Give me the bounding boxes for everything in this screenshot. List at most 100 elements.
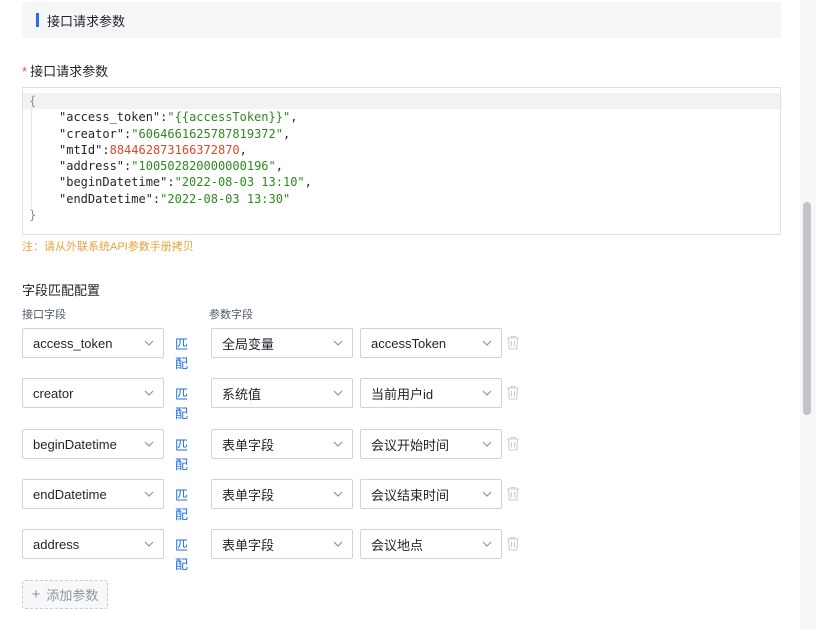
match-link[interactable]: 匹配 (175, 334, 188, 372)
section-title: 接口请求参数 (47, 13, 126, 29)
match-link[interactable]: 匹配 (175, 384, 188, 422)
required-mark: * (22, 64, 28, 79)
param-value-select[interactable]: 会议地点 (360, 529, 502, 559)
param-source-value: 全局变量 (222, 336, 275, 352)
param-source-select[interactable]: 表单字段 (211, 429, 353, 459)
close-brace: } (29, 208, 37, 223)
param-source-value: 表单字段 (222, 487, 275, 503)
param-value-text: 当前用户id (371, 386, 434, 402)
chevron-down-icon (481, 538, 493, 550)
indent-guide (31, 141, 59, 159)
json-key: "mtId" (59, 142, 103, 157)
chevron-down-icon (481, 488, 493, 500)
json-key: "beginDatetime" (59, 175, 168, 190)
param-value-text: 会议结束时间 (371, 487, 450, 503)
interface-field-select[interactable]: beginDatetime (22, 429, 164, 459)
match-link[interactable]: 匹配 (175, 535, 188, 573)
json-value: "2022-08-03 13:10" (174, 175, 305, 190)
interface-field-value: address (33, 536, 80, 552)
interface-field-value: endDatetime (33, 486, 107, 502)
param-source-value: 表单字段 (222, 537, 275, 553)
editor-line-close: } (23, 207, 780, 223)
interface-field-value: creator (33, 385, 74, 401)
json-colon: : (167, 175, 175, 190)
indent-guide (31, 158, 59, 175)
copy-note: 注：请从外联系统API参数手册拷贝 (22, 241, 194, 253)
chevron-down-icon (332, 387, 344, 399)
column-label-interface: 接口字段 (22, 309, 66, 321)
add-param-label: 添加参数 (46, 588, 99, 603)
indent-guide (31, 190, 59, 208)
param-source-select[interactable]: 系统值 (211, 378, 353, 408)
param-source-select[interactable]: 表单字段 (211, 529, 353, 559)
param-value-select[interactable]: accessToken (360, 328, 502, 358)
param-value-select[interactable]: 会议结束时间 (360, 479, 502, 509)
open-brace: { (29, 94, 37, 108)
json-comma: , (275, 159, 283, 174)
trash-icon[interactable] (506, 335, 520, 350)
editor-line: "address":"100502820000000196", (23, 158, 780, 175)
column-label-param: 参数字段 (209, 309, 253, 321)
chevron-down-icon (143, 438, 155, 450)
trash-icon[interactable] (506, 436, 520, 451)
editor-line: "beginDatetime":"2022-08-03 13:10", (23, 174, 780, 191)
chevron-down-icon (332, 438, 344, 450)
param-source-select[interactable]: 表单字段 (211, 479, 353, 509)
json-editor[interactable]: { "access_token":"{{accessToken}}", "crea… (22, 87, 781, 235)
trash-icon[interactable] (506, 385, 520, 400)
editor-line: "creator":"6064661625787819372", (23, 125, 780, 142)
interface-field-value: beginDatetime (33, 436, 117, 452)
chevron-down-icon (332, 538, 344, 550)
section-header: 接口请求参数 (22, 2, 781, 38)
interface-field-select[interactable]: endDatetime (22, 479, 164, 509)
trash-icon[interactable] (506, 486, 520, 501)
json-comma: , (304, 175, 312, 190)
params-label-text: 接口请求参数 (30, 64, 109, 79)
json-colon: : (102, 142, 110, 157)
param-value-text: 会议开始时间 (371, 437, 450, 453)
match-link[interactable]: 匹配 (175, 485, 188, 523)
chevron-down-icon (143, 387, 155, 399)
editor-line: "mtId":884462873166372870, (23, 141, 780, 159)
json-key: "creator" (59, 126, 125, 141)
json-key: "address" (59, 159, 125, 174)
param-value-select[interactable]: 会议开始时间 (360, 429, 502, 459)
param-source-value: 系统值 (222, 386, 262, 402)
json-key: "endDatetime" (59, 191, 153, 206)
param-value-text: 会议地点 (371, 537, 424, 553)
indent-guide (31, 174, 59, 191)
match-link[interactable]: 匹配 (175, 435, 188, 473)
param-source-select[interactable]: 全局变量 (211, 328, 353, 358)
interface-field-select[interactable]: creator (22, 378, 164, 408)
json-key: "access_token" (59, 110, 161, 125)
chevron-down-icon (481, 337, 493, 349)
chevron-down-icon (332, 337, 344, 349)
json-value: "100502820000000196" (131, 159, 276, 174)
chevron-down-icon (143, 488, 155, 500)
editor-line: "access_token":"{{accessToken}}", (23, 109, 780, 126)
json-value: "6064661625787819372" (131, 126, 283, 141)
chevron-down-icon (481, 438, 493, 450)
scrollbar-thumb[interactable] (803, 202, 811, 415)
main-panel: 接口请求参数 * 接口请求参数 { "access_token":"{{acces… (0, 0, 800, 630)
param-value-text: accessToken (371, 335, 447, 351)
add-param-button[interactable]: + 添加参数 (22, 580, 108, 609)
param-value-select[interactable]: 当前用户id (360, 378, 502, 408)
section-accent-bar (36, 13, 39, 27)
json-value: "{{accessToken}}" (167, 110, 291, 125)
indent-guide (31, 109, 59, 126)
json-comma: , (290, 110, 298, 125)
json-value: 884462873166372870 (109, 142, 240, 157)
trash-icon[interactable] (506, 536, 520, 551)
chevron-down-icon (332, 488, 344, 500)
indent-guide (31, 125, 59, 142)
mapping-title: 字段匹配配置 (22, 283, 101, 298)
editor-line: "endDatetime":"2022-08-03 13:30" (23, 190, 780, 208)
interface-field-select[interactable]: access_token (22, 328, 164, 358)
chevron-down-icon (143, 337, 155, 349)
editor-line-open: { (23, 93, 780, 110)
chevron-down-icon (481, 387, 493, 399)
interface-field-select[interactable]: address (22, 529, 164, 559)
plus-icon: + (31, 586, 41, 603)
param-source-value: 表单字段 (222, 437, 275, 453)
